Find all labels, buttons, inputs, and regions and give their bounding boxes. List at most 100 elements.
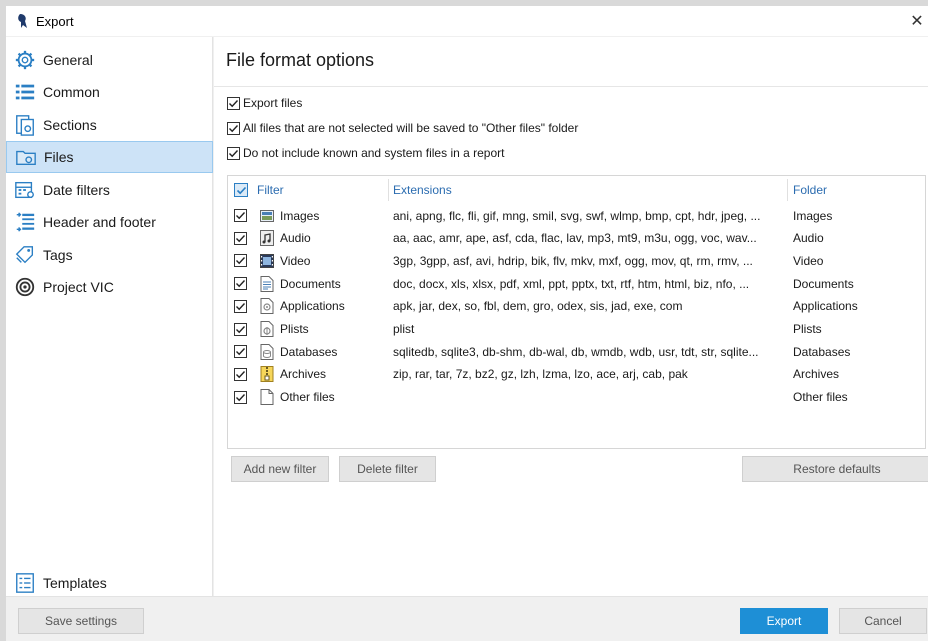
row-checkbox-cell — [234, 227, 250, 250]
table-row[interactable]: Documents doc, docx, xls, xlsx, pdf, xml,… — [228, 272, 925, 295]
check-icon — [236, 302, 246, 311]
row-checkbox-cell — [234, 295, 250, 318]
sidebar-item-templates[interactable]: Templates — [6, 567, 213, 599]
sidebar-item-files[interactable]: Files — [6, 141, 213, 173]
option-label: All files that are not selected will be … — [243, 121, 579, 135]
sidebar-item-label: Sections — [43, 117, 97, 133]
checkbox[interactable] — [234, 299, 247, 313]
generic-file-icon — [260, 389, 274, 406]
filter-cell: Documents — [260, 272, 386, 295]
table-row[interactable]: Databases sqlitedb, sqlite3, db-shm, db-w… — [228, 340, 925, 363]
divider — [214, 86, 928, 87]
table-row[interactable]: Audio aa, aac, amr, ape, asf, cda, flac, … — [228, 227, 925, 250]
check-icon — [236, 257, 246, 265]
filter-name: Applications — [280, 299, 345, 314]
archive-file-icon — [260, 366, 274, 383]
sidebar-item-label: Tags — [43, 247, 73, 263]
sidebar-item-general[interactable]: General — [6, 44, 213, 76]
column-header-filter[interactable]: Filter — [257, 176, 284, 203]
dialog-footer: Save settings Export Cancel — [6, 596, 928, 641]
title-bar: Export ✕ — [6, 6, 928, 36]
check-icon — [236, 325, 246, 333]
filter-name: Databases — [280, 344, 338, 359]
check-icon — [236, 280, 246, 288]
add-filter-button[interactable]: Add new filter — [231, 456, 329, 482]
folder-cell: Other files — [793, 390, 848, 405]
database-file-icon — [260, 343, 274, 360]
row-checkbox-cell — [234, 249, 250, 272]
check-icon — [229, 124, 239, 132]
option-other-files-folder[interactable]: All files that are not selected will be … — [227, 121, 578, 135]
table-row[interactable]: Applications apk, jar, dex, so, fbl, dem,… — [228, 295, 925, 318]
save-settings-button[interactable]: Save settings — [18, 608, 144, 634]
row-checkbox-cell — [234, 340, 250, 363]
list-icon — [13, 80, 37, 104]
check-icon — [236, 212, 246, 220]
checkbox[interactable] — [227, 146, 240, 160]
check-icon — [236, 393, 246, 401]
checkbox[interactable] — [234, 345, 247, 359]
checkbox[interactable] — [234, 209, 247, 222]
restore-defaults-button[interactable]: Restore defaults — [742, 456, 928, 482]
column-separator — [787, 179, 788, 201]
select-all-checkbox[interactable] — [234, 183, 248, 197]
row-checkbox-cell — [234, 272, 250, 295]
checkbox[interactable] — [227, 96, 240, 110]
folder-cell: Applications — [793, 299, 858, 314]
table-row[interactable]: Video 3gp, 3gpp, asf, avi, hdrip, bik, fl… — [228, 249, 925, 272]
column-header-folder[interactable]: Folder — [793, 176, 827, 203]
extensions-cell: zip, rar, tar, 7z, bz2, gz, lzh, lzma, l… — [393, 367, 688, 382]
option-label: Do not include known and system files in… — [243, 146, 505, 160]
option-export-files[interactable]: Export files — [227, 96, 302, 110]
row-checkbox-cell — [234, 318, 250, 341]
sidebar-item-label: Templates — [43, 575, 107, 591]
close-icon[interactable]: ✕ — [906, 6, 928, 36]
column-header-extensions[interactable]: Extensions — [393, 176, 452, 203]
filter-name: Other files — [280, 390, 335, 405]
filter-name: Archives — [280, 367, 327, 382]
cancel-button[interactable]: Cancel — [839, 608, 927, 634]
check-icon — [236, 234, 246, 242]
extensions-cell — [393, 386, 781, 409]
extensions-cell: sqlitedb, sqlite3, db-shm, db-wal, db, w… — [393, 344, 759, 359]
row-checkbox-cell — [234, 204, 250, 227]
filter-cell: Databases — [260, 340, 386, 363]
extensions-cell: aa, aac, amr, ape, asf, cda, flac, lav, … — [393, 231, 757, 246]
table-row[interactable]: Archives zip, rar, tar, 7z, bz2, gz, lzh,… — [228, 363, 925, 386]
checkbox[interactable] — [227, 121, 240, 135]
sidebar-item-date-filters[interactable]: Date filters — [6, 174, 213, 206]
table-row[interactable]: Other files Other files — [228, 386, 925, 409]
table-row[interactable]: Plists plist Plists — [228, 318, 925, 341]
checkbox[interactable] — [234, 254, 247, 268]
check-icon — [236, 370, 246, 379]
tags-icon — [13, 243, 37, 267]
option-exclude-known-files[interactable]: Do not include known and system files in… — [227, 146, 504, 160]
main-content: File format options Export files All fil… — [214, 37, 928, 596]
delete-filter-button[interactable]: Delete filter — [339, 456, 436, 482]
folder-cell: Plists — [793, 322, 822, 336]
sidebar-item-sections[interactable]: Sections — [6, 109, 213, 141]
sidebar-item-header-and-footer[interactable]: Header and footer — [6, 206, 213, 238]
sidebar-item-label: Common — [43, 84, 100, 100]
image-file-icon — [260, 208, 274, 224]
folder-cell: Documents — [793, 276, 854, 291]
table-row[interactable]: Images ani, apng, flc, fli, gif, mng, smi… — [228, 204, 925, 227]
sidebar-item-project-vic[interactable]: Project VIC — [6, 271, 213, 303]
filter-cell: Images — [260, 204, 386, 227]
export-button[interactable]: Export — [740, 608, 828, 634]
sidebar-item-label: General — [43, 52, 93, 68]
table-header: Filter Extensions Folder — [228, 176, 925, 203]
folder-cell: Images — [793, 208, 833, 223]
checkbox[interactable] — [234, 390, 247, 404]
check-icon — [229, 99, 239, 107]
sidebar-item-common[interactable]: Common — [6, 76, 213, 108]
check-icon — [236, 186, 246, 194]
check-icon — [236, 348, 246, 356]
checkbox[interactable] — [234, 277, 247, 291]
checkbox[interactable] — [234, 231, 247, 245]
app-logo-icon — [16, 13, 30, 29]
checkbox[interactable] — [234, 367, 247, 381]
checkbox[interactable] — [234, 322, 247, 336]
folder-cell: Archives — [793, 367, 840, 382]
sidebar-item-tags[interactable]: Tags — [6, 239, 213, 271]
